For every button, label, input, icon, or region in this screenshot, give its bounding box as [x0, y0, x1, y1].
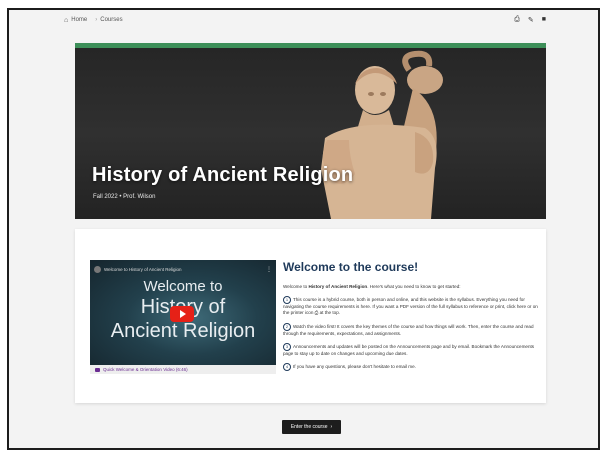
intro-course-name: History of Ancient Religion — [308, 284, 368, 289]
video-caption-label: Quick Welcome & Orientation Video (6:46) — [103, 367, 188, 372]
video-camera-icon — [95, 367, 100, 372]
item-number: 4 — [283, 363, 291, 372]
item-text: This course is a hybrid course, both in … — [283, 297, 538, 316]
item-number: 3 — [283, 342, 291, 351]
statue-image — [321, 50, 443, 219]
item-number: 2 — [283, 322, 291, 331]
video-overlay-line3: Ancient Religion — [110, 320, 256, 342]
intro-post: . Here's what you need to know to get st… — [367, 284, 461, 289]
home-icon: ⌂ — [64, 16, 69, 24]
item-text: If you have any questions, please don't … — [293, 364, 416, 370]
print-icon[interactable]: ⎙ — [514, 16, 520, 24]
breadcrumb-courses[interactable]: Courses — [100, 17, 122, 23]
course-hero-banner: History of Ancient Religion Fall 2022 • … — [75, 43, 546, 219]
video-caption-link[interactable]: Quick Welcome & Orientation Video (6:46) — [90, 365, 276, 374]
welcome-video-player[interactable]: Welcome to History of Ancient Religion ⋮… — [90, 260, 276, 365]
welcome-item-1: 1 This course is a hybrid course, both in… — [283, 296, 538, 317]
breadcrumb-home[interactable]: ⌂ Home — [64, 17, 87, 24]
video-titlebar: Welcome to History of Ancient Religion ⋮ — [94, 264, 272, 274]
welcome-heading: Welcome to the course! — [283, 260, 419, 274]
toolbar-icons: ⎙ ✎ ■ — [514, 16, 546, 24]
breadcrumb-home-label: Home — [71, 17, 88, 23]
item-number: 1 — [283, 296, 291, 304]
chevron-right-icon: › — [330, 424, 333, 430]
video-overlay-line1: Welcome to — [143, 278, 223, 295]
welcome-section: Welcome to the course! Welcome to Histor… — [283, 260, 538, 372]
intro-pre: Welcome to — [283, 284, 309, 289]
welcome-item-2: 2 Watch the video first! It covers the ke… — [283, 322, 538, 337]
top-navigation: ⌂ Home › Courses ⎙ ✎ ■ — [64, 14, 546, 26]
youtube-play-icon[interactable] — [170, 306, 194, 322]
course-title: History of Ancient Religion — [92, 164, 354, 186]
item-text: Watch the video first! It covers the key… — [283, 323, 534, 336]
breadcrumb-separator: › — [95, 17, 98, 23]
video-title: Welcome to History of Ancient Religion — [104, 266, 182, 272]
item-text: Announcements and updates will be posted… — [283, 344, 535, 356]
play-triangle — [180, 310, 186, 318]
enter-course-label: Enter the course — [290, 424, 328, 430]
video-menu-icon[interactable]: ⋮ — [266, 266, 272, 273]
welcome-intro: Welcome to History of Ancient Religion. … — [283, 284, 538, 290]
edit-icon[interactable]: ✎ — [528, 16, 534, 24]
course-subtitle: Fall 2022 • Prof. Wilson — [93, 194, 156, 200]
channel-avatar — [94, 265, 101, 273]
enter-course-button[interactable]: Enter the course › — [282, 420, 341, 434]
welcome-item-4: 4 If you have any questions, please don't… — [283, 363, 538, 372]
welcome-item-3: 3 Announcements and updates will be poste… — [283, 342, 538, 357]
menu-icon[interactable]: ■ — [542, 16, 546, 24]
welcome-card: Welcome to History of Ancient Religion ⋮… — [75, 229, 546, 403]
